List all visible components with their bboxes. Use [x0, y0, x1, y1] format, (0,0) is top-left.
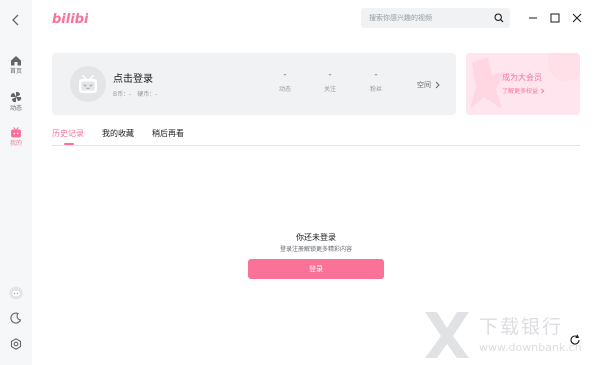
- search-input[interactable]: 搜索你感兴趣的视频: [369, 13, 432, 23]
- sidebar-item-mine[interactable]: 我的: [0, 127, 32, 147]
- sidebar-item-dynamic[interactable]: 动态: [0, 91, 32, 112]
- chevron-right-icon: [435, 81, 440, 89]
- tab-history[interactable]: 历史记录: [52, 128, 84, 139]
- vip-title: 成为大会员: [502, 73, 542, 82]
- search-bar[interactable]: 搜索你感兴趣的视频: [361, 8, 510, 28]
- stat-value: -: [283, 70, 287, 80]
- sidebar-item-label: 动态: [9, 105, 22, 112]
- pinwheel-icon: [10, 91, 22, 103]
- close-button[interactable]: [571, 12, 583, 24]
- sidebar-item-label: 我的: [9, 140, 22, 147]
- chevron-left-icon: [12, 14, 19, 26]
- login-prompt[interactable]: 点击登录: [113, 70, 153, 85]
- minimize-icon: [529, 17, 537, 19]
- watermark-logo-icon: [425, 312, 469, 358]
- watermark-url: www.downbank.cn: [479, 341, 582, 354]
- empty-title: 你还未登录: [296, 233, 336, 242]
- maximize-button[interactable]: [549, 12, 561, 24]
- back-button[interactable]: [0, 14, 32, 26]
- tv-icon: [11, 127, 21, 138]
- profile-card: 点击登录 B币：- 硬币：- - 动态 - 关注 - 粉丝 空间: [52, 53, 456, 115]
- stat-label: 动态: [278, 86, 291, 93]
- sidebar-item-home[interactable]: 首页: [0, 55, 32, 75]
- space-label: 空间: [417, 81, 431, 89]
- tv-mascot-icon: [79, 75, 97, 93]
- sidebar: 首页 动态 我的: [0, 0, 32, 365]
- vip-card[interactable]: 成为大会员 了解更多权益: [466, 53, 580, 115]
- hard-coin: 硬币：-: [137, 91, 158, 98]
- svg-text:bilibili: bilibili: [52, 12, 88, 27]
- dark-mode-button[interactable]: [0, 312, 32, 324]
- tab-favorites[interactable]: 我的收藏: [102, 128, 134, 139]
- vip-decoration-icon: [470, 53, 580, 109]
- sidebar-item-label: 首页: [9, 68, 22, 75]
- stat-following[interactable]: - 关注: [312, 70, 348, 93]
- empty-subtitle: 登录注册解锁更多精彩内容: [279, 246, 352, 253]
- chevron-right-icon: [540, 87, 545, 94]
- stat-value: -: [374, 70, 378, 80]
- tab-watch-later[interactable]: 稍后再看: [152, 128, 184, 139]
- stat-dynamic[interactable]: - 动态: [267, 70, 303, 93]
- vip-benefits-link[interactable]: 了解更多权益: [502, 86, 545, 95]
- home-icon: [11, 56, 21, 66]
- user-avatar-icon: [9, 286, 23, 300]
- vip-subtitle: 了解更多权益: [502, 88, 539, 95]
- stat-followers[interactable]: - 粉丝: [358, 70, 394, 93]
- user-avatar-button[interactable]: [0, 286, 32, 300]
- stat-label: 粉丝: [369, 86, 382, 93]
- divider: [52, 145, 580, 146]
- b-coin: B币：-: [113, 91, 132, 98]
- stat-value: -: [328, 70, 332, 80]
- coin-info: B币：- 硬币：-: [113, 89, 161, 98]
- login-button[interactable]: 登录: [248, 259, 384, 279]
- space-link[interactable]: 空间: [417, 80, 441, 90]
- close-icon: [572, 13, 582, 23]
- avatar[interactable]: [70, 66, 106, 102]
- minimize-button[interactable]: [527, 12, 539, 24]
- stat-label: 关注: [323, 86, 336, 93]
- watermark-name: 下载银行: [479, 316, 564, 338]
- search-icon[interactable]: [494, 13, 504, 23]
- moon-icon: [10, 312, 22, 324]
- maximize-icon: [550, 13, 560, 23]
- settings-button[interactable]: [0, 338, 32, 350]
- settings-icon: [10, 338, 22, 350]
- app-window: 首页 动态 我的 bilibi 搜索你感兴趣的视频 点击登录 B币：- 硬币：-…: [0, 0, 600, 365]
- watermark: 下载银行 www.downbank.cn: [421, 310, 596, 360]
- bilibili-logo[interactable]: bilibili: [52, 9, 88, 27]
